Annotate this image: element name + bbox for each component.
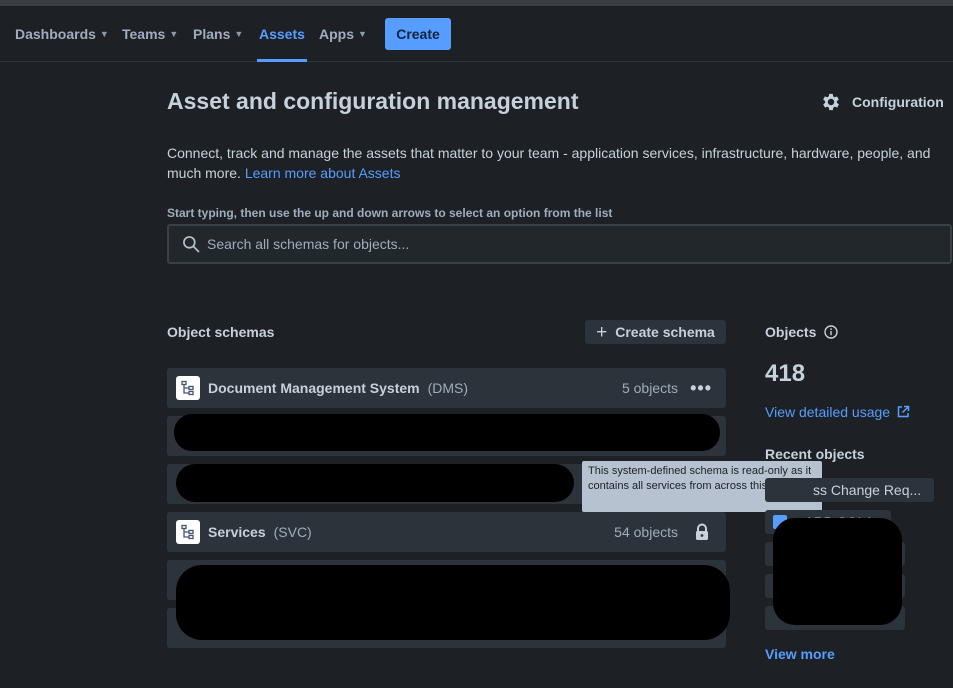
chevron-down-icon: ▼: [99, 29, 109, 39]
search-input[interactable]: [207, 236, 907, 252]
search-hint: Start typing, then use the up and down a…: [167, 206, 613, 220]
external-link-icon: [897, 405, 910, 418]
view-detailed-usage-link[interactable]: View detailed usage: [765, 404, 910, 420]
chevron-down-icon: ▼: [234, 29, 244, 39]
schema-key: (DMS): [427, 380, 469, 396]
chevron-down-icon: ▼: [169, 29, 179, 39]
top-navigation: Dashboards ▼ Teams ▼ Plans ▼ Assets Apps…: [0, 6, 953, 62]
nav-plans-label: Plans: [193, 26, 231, 42]
view-more-link[interactable]: View more: [765, 646, 835, 662]
schema-tree-icon: [176, 520, 200, 544]
page-description: Connect, track and manage the assets tha…: [167, 143, 937, 183]
schema-tree-icon: [176, 376, 200, 400]
search-box: [167, 224, 952, 264]
schema-row-services[interactable]: Services (SVC) 54 objects: [167, 512, 726, 552]
chevron-down-icon: ▼: [358, 29, 367, 39]
info-icon[interactable]: [824, 325, 839, 339]
schema-name: Document Management System: [208, 380, 420, 396]
schema-object-count: 5 objects: [621, 380, 678, 396]
configuration-button[interactable]: Configuration: [820, 91, 944, 113]
nav-dashboards[interactable]: Dashboards ▼: [15, 6, 109, 62]
learn-more-link[interactable]: Learn more about Assets: [245, 165, 401, 181]
objects-heading: Objects: [765, 324, 839, 340]
schema-object-count: 54 objects: [614, 524, 678, 540]
detail-link-label: View detailed usage: [765, 404, 891, 420]
plus-icon: +: [596, 321, 608, 343]
nav-apps[interactable]: Apps ▼: [319, 6, 367, 62]
nav-dashboards-label: Dashboards: [15, 26, 96, 42]
redaction-block: [773, 518, 902, 625]
more-icon[interactable]: •••: [690, 378, 712, 399]
nav-assets[interactable]: Assets: [257, 6, 307, 62]
page-title: Asset and configuration management: [167, 88, 579, 114]
recent-object-label: ss Change Req...: [813, 482, 922, 498]
nav-assets-label: Assets: [259, 26, 305, 42]
lock-icon: [696, 523, 708, 540]
configuration-label: Configuration: [852, 94, 944, 110]
recent-objects-heading: Recent objects: [765, 446, 865, 462]
objects-count: 418: [765, 360, 806, 387]
nav-plans[interactable]: Plans ▼: [193, 6, 243, 62]
schema-key: (SVC): [273, 524, 312, 540]
schema-row-dms[interactable]: Document Management System (DMS) 5 objec…: [167, 368, 726, 408]
object-schemas-heading: Object schemas: [167, 324, 275, 340]
gear-icon: [823, 93, 839, 111]
nav-teams-label: Teams: [122, 26, 166, 42]
nav-teams[interactable]: Teams ▼: [122, 6, 178, 62]
create-schema-button[interactable]: + Create schema: [585, 320, 726, 344]
recent-object-item[interactable]: ss Change Req...: [765, 478, 934, 502]
redaction-block: [176, 464, 574, 502]
redaction-block: [176, 565, 730, 640]
objects-heading-label: Objects: [765, 324, 817, 340]
search-icon: [183, 236, 200, 253]
schema-name: Services: [208, 524, 266, 540]
create-schema-label: Create schema: [615, 324, 715, 340]
create-button[interactable]: Create: [385, 18, 451, 50]
redaction-block: [174, 414, 720, 451]
nav-apps-label: Apps: [319, 26, 354, 42]
